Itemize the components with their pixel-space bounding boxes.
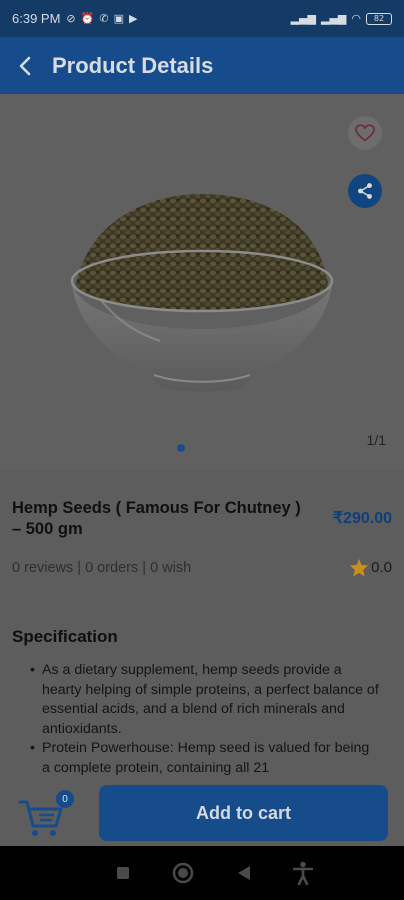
status-bar: 6:39 PM ⊘ ⏰ ✆ ▣ ▶ ▂▄▆ ▂▄▆ ◠ 82: [0, 0, 404, 37]
status-time: 6:39 PM: [12, 11, 61, 26]
cart-count-badge: 0: [56, 790, 74, 808]
recents-icon[interactable]: [116, 866, 130, 880]
page-title: Product Details: [52, 52, 214, 78]
back-button[interactable]: [0, 37, 50, 94]
battery-icon: 82: [366, 12, 392, 25]
system-nav-bar: [0, 846, 404, 900]
accessibility-icon[interactable]: [292, 861, 313, 885]
specification-item: Protein Powerhouse: Hemp seed is valued …: [30, 739, 380, 778]
product-image: [70, 194, 334, 392]
rating-value: 0.0: [371, 559, 392, 576]
signal-icon: ▂▄▆: [290, 12, 316, 25]
product-details: Hemp Seeds ( Famous For Chutney ) – 500 …: [0, 470, 404, 780]
add-to-cart-button[interactable]: Add to cart: [99, 785, 388, 841]
notification-icon: ▣: [113, 12, 124, 25]
star-icon: [350, 558, 369, 577]
chevron-left-icon: [19, 56, 31, 75]
alarm-icon: ⏰: [80, 12, 95, 25]
heart-icon: [355, 124, 375, 142]
play-icon: ▶: [128, 12, 138, 25]
app-bar: Product Details: [0, 37, 404, 94]
share-button[interactable]: [348, 174, 382, 208]
cart-button[interactable]: 0: [18, 790, 74, 838]
product-price: ₹290.00: [332, 510, 392, 527]
share-icon: [358, 183, 372, 199]
gallery-indicator[interactable]: [177, 444, 185, 452]
product-stats: 0 reviews | 0 orders | 0 wish: [12, 560, 192, 576]
home-icon[interactable]: [172, 862, 194, 884]
product-gallery[interactable]: 1/1: [0, 94, 404, 470]
product-name: Hemp Seeds ( Famous For Chutney ) – 500 …: [12, 499, 301, 538]
specification-list: As a dietary supplement, hemp seeds prov…: [30, 661, 380, 778]
specification-item: As a dietary supplement, hemp seeds prov…: [30, 661, 380, 739]
back-nav-icon[interactable]: [237, 865, 251, 881]
favorite-button[interactable]: [348, 116, 382, 150]
wifi-icon: ◠: [351, 12, 361, 25]
specification-title: Specification: [12, 627, 118, 646]
call-icon: ✆: [99, 12, 109, 25]
action-bar: 0 Add to cart: [0, 780, 404, 846]
signal-icon: ▂▄▆: [321, 12, 347, 25]
do-not-disturb-icon: ⊘: [66, 12, 76, 25]
product-rating: 0.0: [349, 558, 392, 577]
gallery-counter: 1/1: [366, 432, 386, 448]
